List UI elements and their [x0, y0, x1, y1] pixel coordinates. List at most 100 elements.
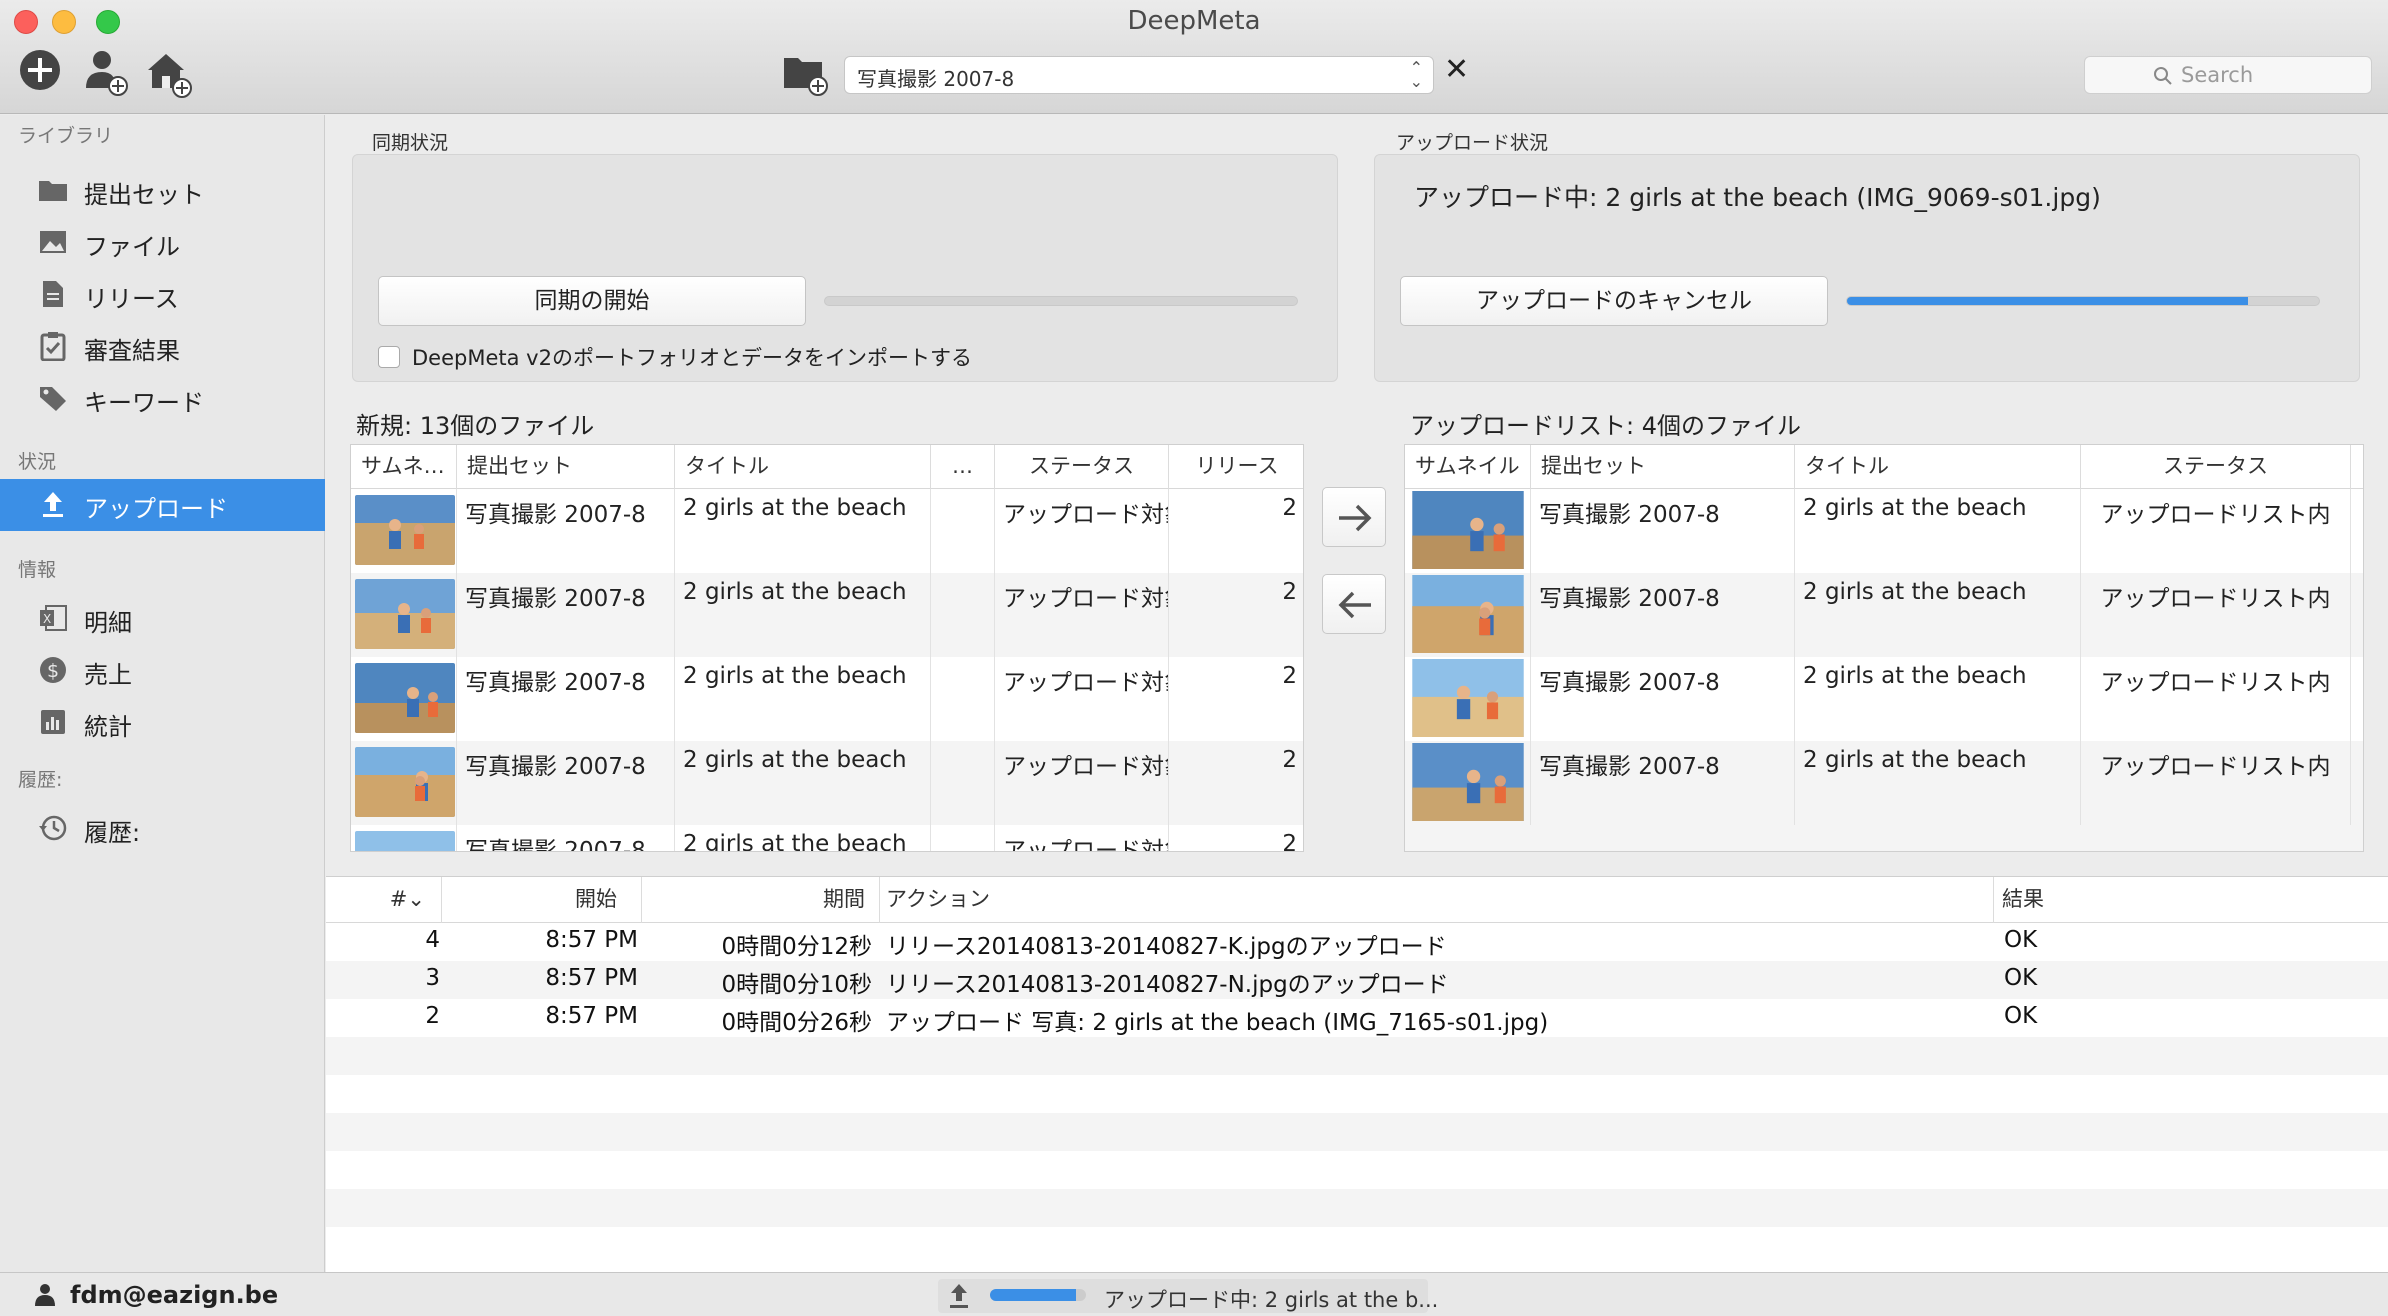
- upload-progress-fill: [1847, 297, 2249, 305]
- sidebar-item-history[interactable]: 履歴:: [0, 803, 325, 853]
- title-cell: 2 girls at the beach: [675, 741, 931, 825]
- col-status[interactable]: ステータス: [2081, 445, 2351, 489]
- col-status[interactable]: ステータス: [995, 445, 1169, 489]
- sidebar-item-upload[interactable]: アップロード: [0, 479, 325, 531]
- chevron-down-icon: ⌄: [407, 887, 425, 911]
- window-title: DeepMeta: [1127, 6, 1261, 36]
- table-row[interactable]: 写真撮影 2007-8 2 girls at the beach アップロードリスト…: [1405, 657, 2363, 741]
- document-icon: [43, 281, 63, 307]
- add-icon[interactable]: [18, 48, 62, 96]
- sidebar-item-keywords[interactable]: キーワード: [0, 373, 325, 423]
- dollar-icon: $: [40, 657, 66, 683]
- extra-cell: [931, 573, 995, 657]
- chevron-updown-icon: ⌃ ⌄: [1409, 58, 1423, 91]
- submission-set-select[interactable]: 写真撮影 2007-8 ⌃ ⌄: [844, 56, 1434, 94]
- clear-selection-icon[interactable]: ✕: [1444, 52, 1469, 87]
- status-progress-bar: [990, 1289, 1086, 1301]
- thumbnail-cell: [1405, 489, 1531, 573]
- table-row[interactable]: 写真撮影 2007-8 2 girls at the beach アップロードリスト…: [1405, 489, 2363, 573]
- sidebar-item-statistics[interactable]: 統計: [0, 697, 325, 747]
- sidebar-item-label: キーワード: [84, 389, 204, 417]
- status-upload-progress[interactable]: アップロード中: 2 girls at the b...: [938, 1279, 1438, 1313]
- start-sync-button[interactable]: 同期の開始: [378, 276, 806, 326]
- bar-chart-icon: [41, 710, 65, 734]
- folder-icon: [39, 181, 67, 201]
- thumbnail-cell: [351, 825, 457, 851]
- search-field[interactable]: Search: [2084, 56, 2372, 94]
- empty-row: [1405, 825, 2363, 851]
- extra-cell: [931, 825, 995, 851]
- sidebar-item-files[interactable]: ファイル: [0, 217, 325, 267]
- release-cell: 2: [1282, 663, 1297, 689]
- col-result[interactable]: 結果: [1994, 877, 2388, 923]
- sidebar-item-label: 統計: [84, 713, 132, 741]
- sidebar-item-submission-sets[interactable]: 提出セット: [0, 165, 325, 215]
- history-row[interactable]: 3 8:57 PM 0時間0分10秒 リリース20140813-20140827-N.…: [326, 961, 2388, 999]
- col-duration[interactable]: 期間: [642, 877, 880, 923]
- new-files-table[interactable]: サムネ… 提出セット タイトル … ステータス リリース 写真撮影 2007-8…: [350, 444, 1304, 852]
- upload-progress-bar: [1846, 296, 2320, 306]
- history-row[interactable]: 4 8:57 PM 0時間0分12秒 リリース20140813-20140827-K.…: [326, 923, 2388, 961]
- table-row[interactable]: 写真撮影 2007-8 2 girls at the beach アップロード対象 2: [351, 489, 1303, 573]
- sidebar-item-sales[interactable]: $ 売上: [0, 645, 325, 695]
- search-placeholder: Search: [2181, 63, 2254, 87]
- upload-list-table[interactable]: サムネイル 提出セット タイトル ステータス 写真撮影 2007-8 2 girl…: [1404, 444, 2364, 852]
- table-row[interactable]: 写真撮影 2007-8 2 girls at the beach アップロードリスト…: [1405, 741, 2363, 825]
- submission-set-cell: 写真撮影 2007-8: [1531, 489, 1795, 573]
- toolbar: DeepMeta 写真撮影 2007-8 ⌃ ⌄ ✕ Search: [0, 0, 2388, 114]
- table-row[interactable]: 写真撮影 2007-8 2 girls at the beach アップロード対象 2: [351, 573, 1303, 657]
- upload-icon: [43, 492, 63, 517]
- cancel-upload-button[interactable]: アップロードのキャンセル: [1400, 276, 1828, 326]
- col-submission-set[interactable]: 提出セット: [1531, 445, 1795, 489]
- upload-status-text: アップロード中: 2 girls at the beach (IMG_9069-…: [1414, 183, 2101, 212]
- action-cell: リリース20140813-20140827-K.jpgのアップロード: [886, 934, 1447, 960]
- move-to-upload-list-button[interactable]: [1322, 487, 1386, 547]
- sidebar-item-statement[interactable]: X 明細: [0, 593, 325, 643]
- action-cell: アップロード 写真: 2 girls at the beach (IMG_716…: [886, 1010, 1549, 1036]
- col-more[interactable]: …: [931, 445, 995, 489]
- col-thumbnail[interactable]: サムネイル: [1405, 445, 1531, 489]
- sidebar-item-label: 提出セット: [84, 181, 204, 209]
- title-cell: 2 girls at the beach: [1795, 741, 2081, 825]
- col-title[interactable]: タイトル: [675, 445, 931, 489]
- table-row[interactable]: 写真撮影 2007-8 2 girls at the beach アップロード対象 2: [351, 741, 1303, 825]
- submission-set-cell: 写真撮影 2007-8: [457, 825, 675, 851]
- import-v2-checkbox[interactable]: [378, 346, 400, 368]
- add-house-icon[interactable]: [144, 48, 196, 104]
- move-to-new-list-button[interactable]: [1322, 574, 1386, 634]
- thumbnail-cell: [351, 573, 457, 657]
- number-cell: 3: [425, 965, 440, 991]
- release-cell: 2: [1282, 495, 1297, 521]
- sidebar-item-releases[interactable]: リリース: [0, 269, 325, 319]
- sidebar-section-history: 履歴:: [18, 769, 63, 791]
- history-table[interactable]: #⌄ 開始 期間 アクション 結果 4 8:57 PM 0時間0分12秒 リリース20…: [326, 876, 2388, 1272]
- title-cell: 2 girls at the beach: [675, 657, 931, 741]
- extra-cell: [931, 657, 995, 741]
- number-cell: 4: [425, 927, 440, 953]
- add-folder-icon[interactable]: [782, 50, 832, 102]
- table-row[interactable]: 写真撮影 2007-8 2 girls at the beach アップロード対象 2: [351, 657, 1303, 741]
- table-row[interactable]: 写真撮影 2007-8 2 girls at the beach アップロード対象 2: [351, 825, 1303, 851]
- thumbnail-image: [1409, 743, 1527, 821]
- table-row[interactable]: 写真撮影 2007-8 2 girls at the beach アップロードリスト…: [1405, 573, 2363, 657]
- spreadsheet-icon: X: [40, 605, 67, 631]
- upload-status-label: アップロード状況: [1396, 132, 1549, 154]
- clipboard-check-icon: [40, 332, 66, 361]
- empty-row: [326, 1037, 2388, 1075]
- col-submission-set[interactable]: 提出セット: [457, 445, 675, 489]
- submission-set-cell: 写真撮影 2007-8: [1531, 741, 1795, 825]
- col-action[interactable]: アクション: [880, 877, 1994, 923]
- add-person-icon[interactable]: [82, 48, 132, 102]
- col-start[interactable]: 開始: [442, 877, 642, 923]
- col-number[interactable]: #⌄: [326, 877, 442, 923]
- col-title[interactable]: タイトル: [1795, 445, 2081, 489]
- app-window: DeepMeta 写真撮影 2007-8 ⌃ ⌄ ✕ Search ライブラリ 提…: [0, 0, 2388, 1316]
- col-release[interactable]: リリース: [1169, 445, 1303, 489]
- arrow-right-icon: [1339, 504, 1372, 532]
- history-row[interactable]: 2 8:57 PM 0時間0分26秒 アップロード 写真: 2 girls at th…: [326, 999, 2388, 1037]
- sidebar-item-review-results[interactable]: 審査結果: [0, 321, 325, 371]
- thumbnail-cell: [1405, 741, 1531, 825]
- col-thumbnail[interactable]: サムネ…: [351, 445, 457, 489]
- result-cell: OK: [2004, 965, 2038, 991]
- thumbnail-image: [1409, 491, 1527, 569]
